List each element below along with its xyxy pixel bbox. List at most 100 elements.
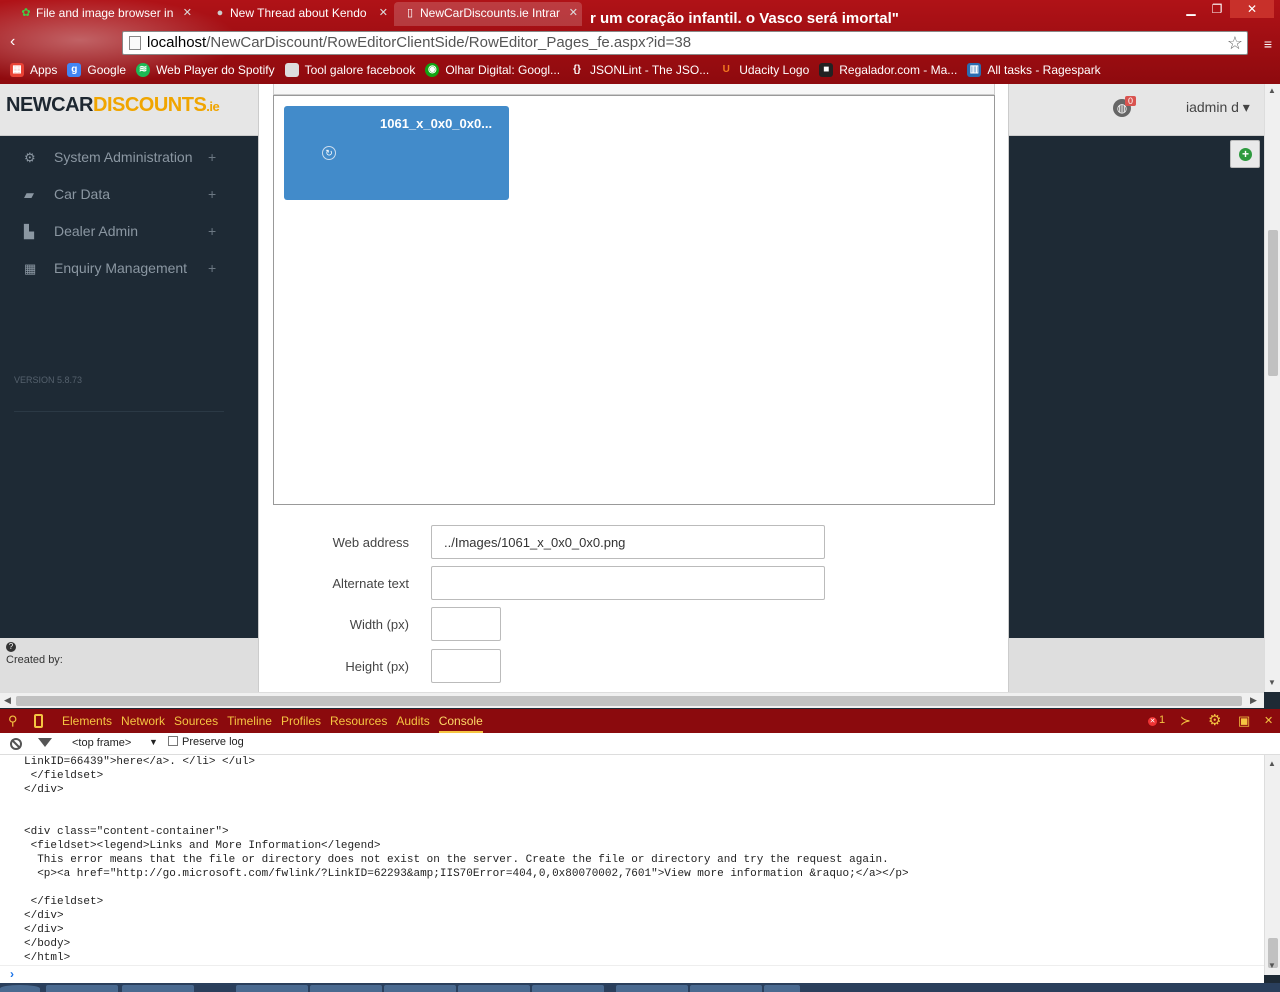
inspect-search-icon[interactable]: ⚲ — [8, 713, 18, 729]
bookmark-apps[interactable]: ▦ Apps — [8, 58, 57, 82]
tab-elements[interactable]: Elements — [62, 709, 112, 733]
browser-tab-kendo-thread[interactable]: ● New Thread about Kendo ✕ — [200, 2, 392, 26]
site-logo[interactable]: NEWCARDISCOUNTS.ie — [6, 94, 220, 117]
plus-icon: + — [208, 223, 217, 239]
page-icon — [284, 63, 299, 77]
error-counter[interactable]: ✕ 1 — [1148, 714, 1165, 726]
devtools-toolbar: ⚲ Elements Network Sources Timeline Prof… — [0, 709, 1280, 733]
clear-console-icon[interactable] — [10, 738, 22, 750]
bookmark-regalador[interactable]: ■ Regalador.com - Ma... — [817, 58, 957, 82]
restore-icon[interactable]: ❐ — [1204, 0, 1230, 18]
bookmark-jsonlint[interactable]: {} JSONLint - The JSO... — [568, 58, 709, 82]
forum-icon: ● — [216, 7, 224, 19]
tab-sources[interactable]: Sources — [174, 709, 218, 733]
bookmark-label: Tool galore facebook — [304, 63, 416, 77]
add-button[interactable]: + — [1230, 140, 1260, 168]
scroll-down-icon[interactable]: ▼ — [1268, 961, 1276, 970]
file-list[interactable]: 1061_x_0x0_0x0... ↻ — [273, 95, 995, 505]
preserve-log-label: Preserve log — [182, 736, 244, 748]
sidebar-item-dealer-admin[interactable]: ▙ Dealer Admin + — [24, 223, 224, 243]
taskbar-app[interactable] — [764, 985, 800, 992]
window-close-icon[interactable]: ✕ — [1230, 0, 1274, 18]
preserve-log-checkbox[interactable]: Preserve log — [168, 736, 244, 748]
scroll-down-icon[interactable]: ▼ — [1268, 678, 1276, 687]
tab-timeline[interactable]: Timeline — [227, 709, 272, 733]
help-icon[interactable]: ? — [6, 642, 16, 652]
bookmark-udacity[interactable]: U Udacity Logo — [717, 58, 810, 82]
height-row: Height (px) — [259, 649, 1010, 683]
taskbar-app[interactable] — [46, 985, 118, 992]
browser-tab-file-browser[interactable]: ✿ File and image browser in ✕ — [6, 2, 196, 26]
taskbar-app[interactable] — [616, 985, 688, 992]
bookmark-tool-galore[interactable]: Tool galore facebook — [283, 58, 416, 82]
scrollbar-thumb[interactable] — [16, 696, 1242, 706]
web-address-input[interactable] — [431, 525, 825, 559]
file-tile-selected[interactable]: 1061_x_0x0_0x0... ↻ — [284, 106, 509, 200]
olhar-digital-icon: ◉ — [425, 63, 440, 77]
spotify-icon: ≋ — [136, 63, 151, 77]
tab-console[interactable]: Console — [438, 709, 483, 733]
sidebar-item-enquiry-management[interactable]: ▦ Enquiry Management + — [24, 260, 224, 280]
tab-audits[interactable]: Audits — [396, 709, 429, 733]
dock-side-icon[interactable]: ▣ — [1238, 713, 1250, 729]
scroll-up-icon[interactable]: ▲ — [1268, 86, 1276, 95]
filter-icon[interactable] — [38, 738, 52, 747]
browser-tab-newcardiscounts[interactable]: ▯ NewCarDiscounts.ie Intrar ✕ — [394, 2, 582, 26]
checkbox-box[interactable] — [168, 736, 178, 746]
tab-title: File and image browser in — [36, 6, 174, 20]
frame-selector[interactable]: <top frame> — [72, 737, 131, 749]
close-icon[interactable]: ✕ — [379, 2, 388, 24]
bookmark-olhar-digital[interactable]: ◉ Olhar Digital: Googl... — [423, 58, 560, 82]
drawer-toggle-icon[interactable]: ≻ — [1180, 713, 1191, 729]
close-devtools-icon[interactable]: ✕ — [1264, 714, 1273, 727]
sidebar-item-car-data[interactable]: ▰ Car Data + — [24, 186, 224, 206]
braces-icon: {} — [573, 64, 581, 75]
scroll-right-icon[interactable]: ▶ — [1250, 695, 1257, 706]
taskbar-app[interactable] — [236, 985, 308, 992]
start-button[interactable] — [0, 985, 40, 992]
bookmark-spotify[interactable]: ≋ Web Player do Spotify — [134, 58, 275, 82]
tab-title: NewCarDiscounts.ie Intrar — [420, 6, 561, 20]
tab-resources[interactable]: Resources — [330, 709, 387, 733]
close-icon[interactable]: ✕ — [183, 2, 192, 24]
taskbar-app[interactable] — [532, 985, 604, 992]
height-input[interactable] — [431, 649, 501, 683]
page-vertical-scrollbar[interactable]: ▲ ▼ — [1264, 84, 1280, 692]
dropdown-arrow-icon[interactable]: ▼ — [149, 737, 158, 747]
close-icon[interactable]: ✕ — [569, 2, 578, 24]
console-log-text: LinkID=66439">here</a>. </li> </ul> </fi… — [24, 756, 909, 964]
console-output[interactable]: LinkID=66439">here</a>. </li> </ul> </fi… — [0, 755, 1264, 965]
console-scrollbar[interactable]: ▲ ▼ — [1264, 755, 1280, 975]
page-horizontal-scrollbar[interactable]: ◀ ▶ — [0, 692, 1264, 708]
minimize-icon[interactable]: ▁ — [1178, 0, 1204, 18]
tab-network[interactable]: Network — [121, 709, 165, 733]
address-bar[interactable]: localhost/NewCarDiscount/RowEditorClient… — [122, 31, 1248, 55]
console-prompt[interactable]: › — [0, 965, 1264, 983]
device-mode-icon[interactable] — [34, 714, 43, 728]
scroll-up-icon[interactable]: ▲ — [1268, 759, 1276, 768]
version-label: VERSION 5.8.73 — [14, 375, 83, 385]
width-label: Width (px) — [349, 617, 409, 632]
settings-gear-icon[interactable]: ⚙ — [1208, 711, 1221, 729]
bookmark-ragespark[interactable]: ▥ All tasks - Ragespark — [965, 58, 1101, 82]
bookmark-google[interactable]: g Google — [65, 58, 126, 82]
sidebar-divider — [14, 411, 224, 412]
taskbar-app[interactable] — [310, 985, 382, 992]
sidebar-item-label: Dealer Admin — [54, 223, 139, 239]
bookmarks-bar: ▦ Apps g Google ≋ Web Player do Spotify Too… — [0, 58, 1280, 82]
google-icon: g — [67, 63, 82, 77]
browser-menu-icon[interactable]: ≡ — [1264, 36, 1272, 52]
back-arrow-icon[interactable]: ‹ — [10, 33, 15, 51]
taskbar-app[interactable] — [384, 985, 456, 992]
taskbar-app[interactable] — [458, 985, 530, 992]
bookmark-star-icon[interactable]: ☆ — [1227, 32, 1243, 54]
user-menu[interactable]: iadmin d ▾ — [1186, 99, 1250, 116]
scroll-left-icon[interactable]: ◀ — [4, 695, 11, 706]
tab-profiles[interactable]: Profiles — [281, 709, 321, 733]
alternate-text-input[interactable] — [431, 566, 825, 600]
sidebar-item-system-administration[interactable]: ⚙ System Administration + — [24, 149, 224, 169]
scrollbar-thumb[interactable] — [1268, 230, 1278, 376]
taskbar-app[interactable] — [690, 985, 762, 992]
width-input[interactable] — [431, 607, 501, 641]
taskbar-app[interactable] — [122, 985, 194, 992]
